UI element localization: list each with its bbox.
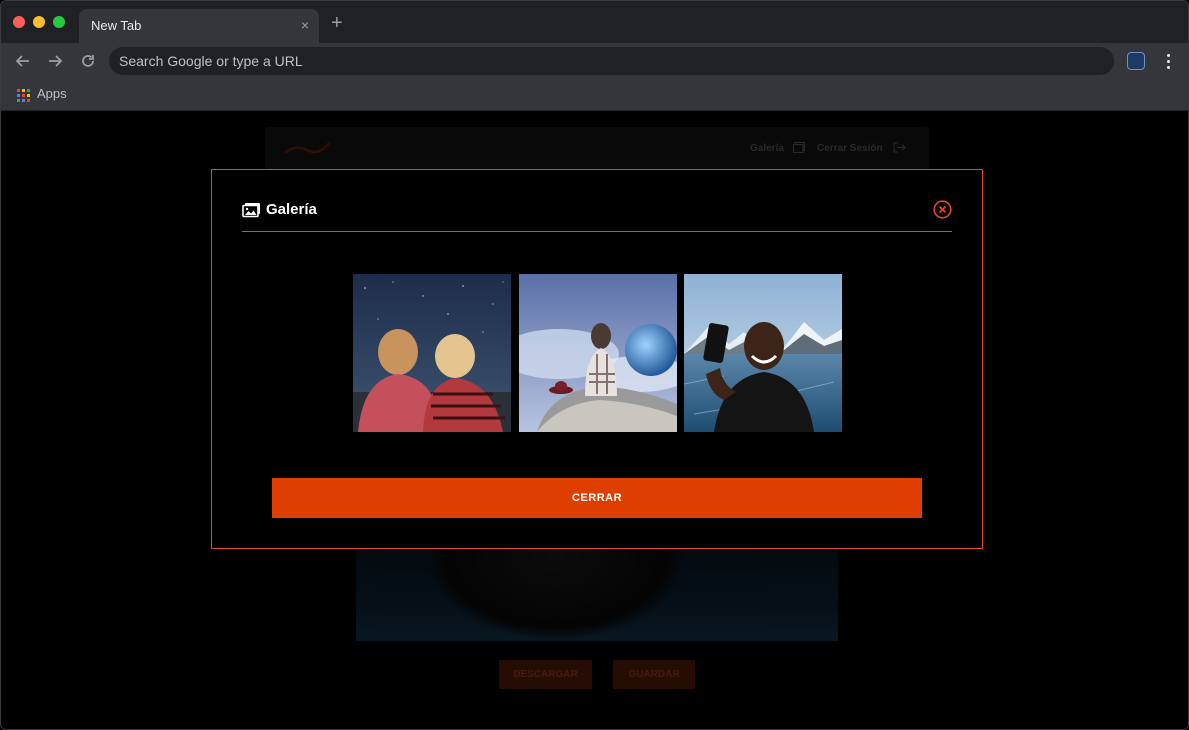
thumbnail-couple-under-stars[interactable] (353, 274, 511, 432)
address-bar[interactable] (109, 47, 1114, 75)
tab-title: New Tab (91, 18, 142, 33)
extension-icon[interactable] (1127, 52, 1145, 70)
close-window-button[interactable] (13, 16, 25, 28)
tab-bar: New Tab × + (1, 1, 1188, 43)
back-arrow-icon[interactable] (13, 51, 33, 71)
browser-window: New Tab × + Apps (0, 0, 1189, 730)
thumbnail-girl-on-rock-planet[interactable] (519, 274, 677, 432)
omnibox-input[interactable] (119, 47, 1099, 75)
browser-toolbar (1, 43, 1188, 79)
modal-header: Galería (242, 200, 952, 232)
gallery-modal: Galería CERRAR (211, 169, 983, 549)
cerrar-button[interactable]: CERRAR (272, 478, 922, 518)
kebab-menu-icon[interactable] (1161, 51, 1175, 71)
bookmarks-bar: Apps (1, 79, 1188, 111)
modal-title: Galería (266, 201, 317, 218)
forward-arrow-icon[interactable] (45, 51, 65, 71)
close-circle-icon[interactable] (933, 200, 952, 219)
apps-grid-icon (17, 89, 30, 102)
maximize-window-button[interactable] (53, 16, 65, 28)
reload-icon[interactable] (78, 51, 98, 71)
tab-new-tab[interactable]: New Tab × (79, 9, 319, 43)
minimize-window-button[interactable] (33, 16, 45, 28)
thumbnail-man-selfie-lake[interactable] (684, 274, 842, 432)
new-tab-plus-icon[interactable]: + (331, 13, 343, 33)
tab-close-icon[interactable]: × (301, 17, 309, 33)
apps-label: Apps (37, 86, 67, 101)
gallery-icon (242, 202, 261, 218)
